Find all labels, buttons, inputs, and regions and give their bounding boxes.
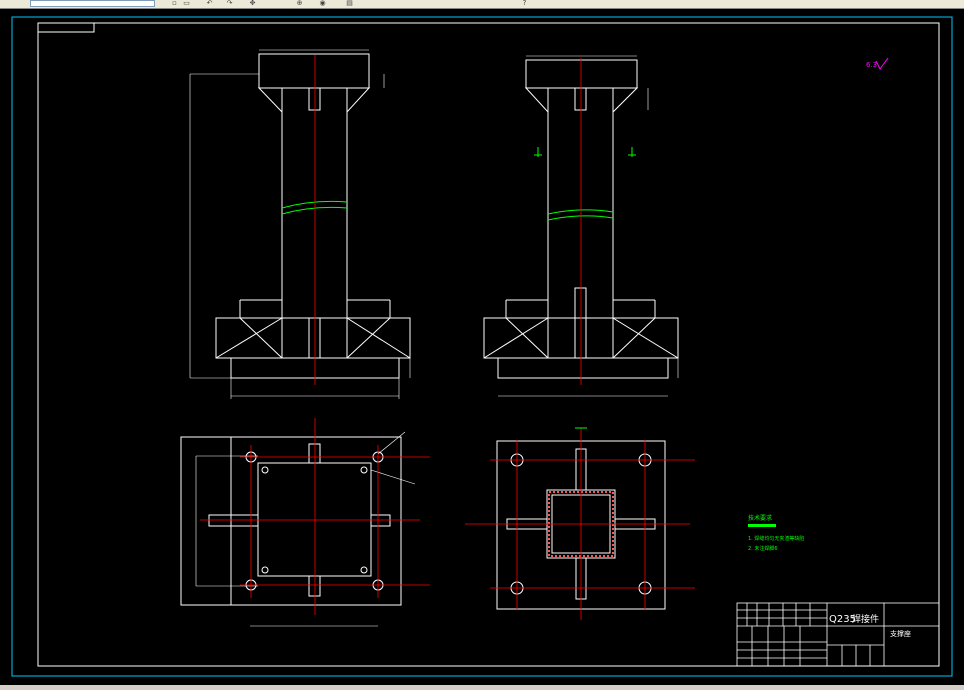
tech-notes-line-1: 1. 焊缝均匀无夹渣等缺陷 bbox=[748, 535, 804, 542]
side-view-break-lines bbox=[547, 209, 614, 221]
properties-icon[interactable]: ◉ bbox=[318, 0, 327, 7]
status-bar bbox=[0, 685, 964, 690]
top-view-right-centerlines bbox=[465, 428, 695, 620]
tech-notes-heading: 技术要求 bbox=[748, 514, 772, 522]
new-icon[interactable]: ▫ bbox=[170, 0, 179, 7]
title-part-name: 焊接件 bbox=[852, 613, 879, 625]
cad-drawing: 6.3 Q235 焊接件 支撑座 技术要求 1. 焊缝均匀无夹渣等缺陷 2. 未… bbox=[11, 16, 953, 677]
top-view-left bbox=[180, 431, 416, 627]
help-icon[interactable]: ? bbox=[520, 0, 529, 7]
toolbar: ▫ ▭ ↶ ↷ ✥ ⊕ ◉ ▤ ? bbox=[0, 0, 964, 9]
pan-icon[interactable]: ✥ bbox=[248, 0, 257, 7]
redo-icon[interactable]: ↷ bbox=[225, 0, 234, 7]
front-view-break-lines bbox=[281, 200, 348, 215]
corner-label-box bbox=[37, 22, 95, 33]
undo-icon[interactable]: ↶ bbox=[205, 0, 214, 7]
open-icon[interactable]: ▭ bbox=[182, 0, 191, 7]
tech-notes-line-2: 2. 未注焊脚6 bbox=[748, 545, 778, 552]
zoom-icon[interactable]: ⊕ bbox=[295, 0, 304, 7]
roughness-symbol bbox=[875, 57, 889, 70]
drawing-frame bbox=[37, 22, 940, 667]
toolbar-combo[interactable] bbox=[30, 0, 155, 7]
front-view bbox=[189, 49, 411, 399]
layer-icon[interactable]: ▤ bbox=[345, 0, 354, 7]
tech-notes-underline bbox=[748, 524, 776, 527]
top-view-left-centerlines bbox=[200, 418, 430, 615]
title-drawing-name: 支撑座 bbox=[890, 629, 911, 638]
roughness-value: 6.3 bbox=[866, 61, 877, 69]
sheet-border bbox=[11, 16, 953, 677]
